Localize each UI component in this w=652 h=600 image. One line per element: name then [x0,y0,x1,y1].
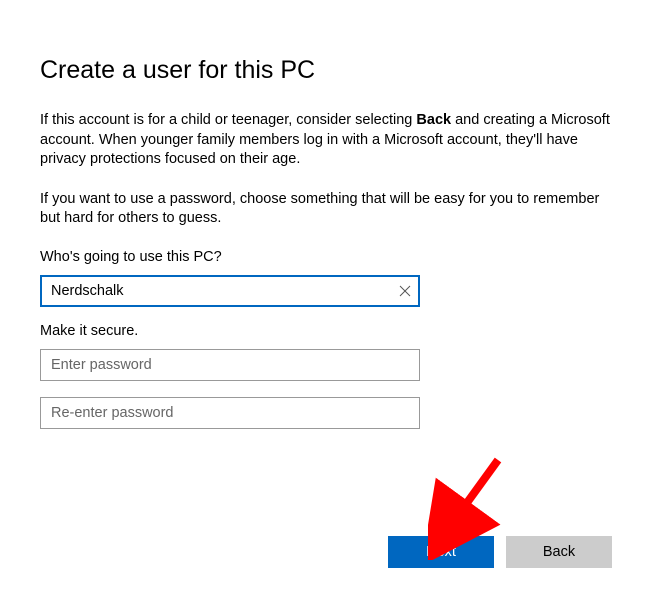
back-button[interactable]: Back [506,536,612,568]
username-label: Who's going to use this PC? [40,249,612,265]
intro-paragraph-2: If you want to use a password, choose so… [40,190,612,229]
password-confirm-input[interactable] [40,397,420,429]
page-title: Create a user for this PC [40,56,612,85]
intro-paragraph-1: If this account is for a child or teenag… [40,111,612,170]
intro-text-bold: Back [416,112,451,128]
secure-label: Make it secure. [40,323,612,339]
clear-icon[interactable] [398,284,412,298]
next-button[interactable]: Next [388,536,494,568]
username-input[interactable] [40,275,420,307]
password-input[interactable] [40,349,420,381]
intro-text-1a: If this account is for a child or teenag… [40,112,416,128]
